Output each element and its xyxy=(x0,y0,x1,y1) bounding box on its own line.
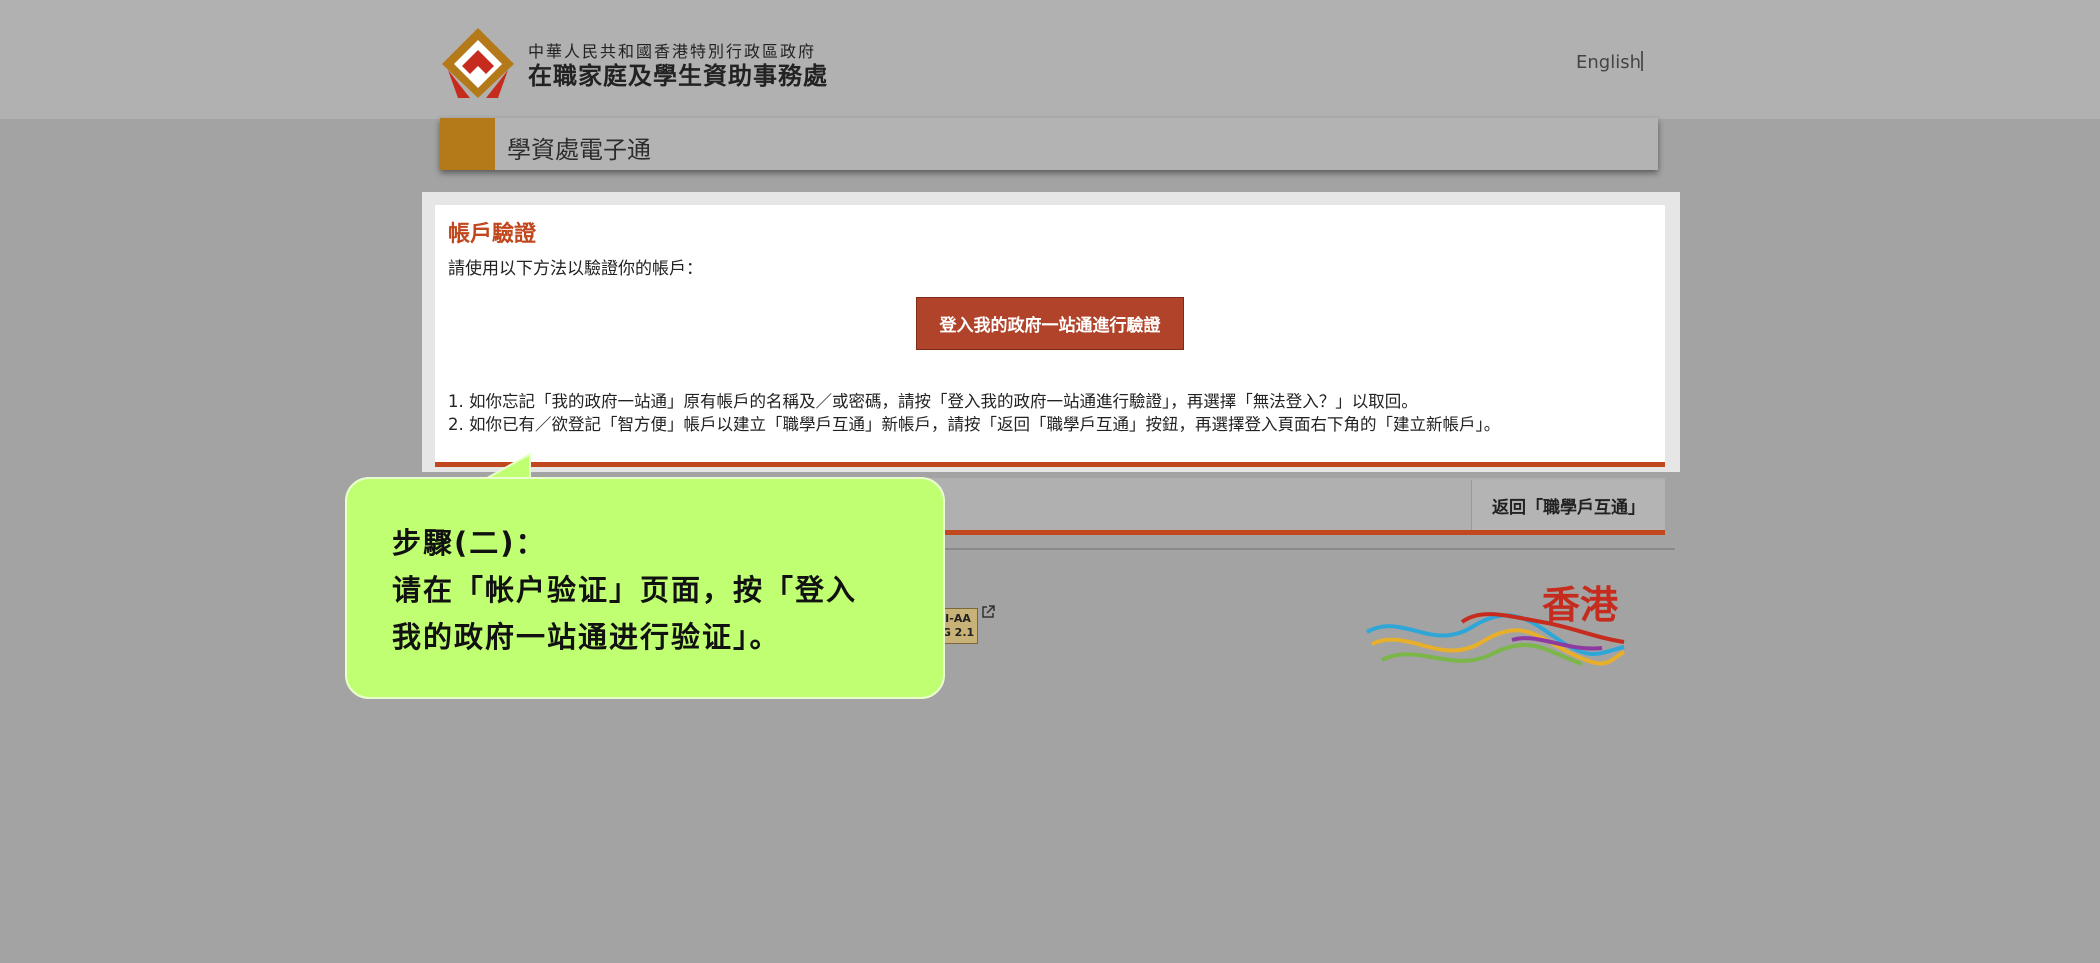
instruction-text: 請使用以下方法以驗證你的帳戶： xyxy=(448,259,703,279)
external-link-icon xyxy=(982,605,995,618)
brand-hk-text: 香港 xyxy=(1542,582,1619,627)
card-bottom-rule xyxy=(435,462,1665,467)
callout-text-line1: 请在「帐户验证」页面，按「登入 xyxy=(392,573,858,607)
note-item-2: 2. 如你已有／欲登記「智方便」帳戶以建立「職學戶互通」新帳戶，請按「返回「職學… xyxy=(448,415,1501,434)
note-item-1: 1. 如你忘記「我的政府一站通」原有帳戶的名稱及／或密碼，請按「登入我的政府一站… xyxy=(448,392,1418,411)
english-language-link[interactable]: English xyxy=(1576,52,1641,73)
system-title: 學資處電子通 xyxy=(507,136,651,164)
back-to-portal-button[interactable]: 返回「職學戶互通」 xyxy=(1471,480,1665,530)
brand-hong-kong-logo[interactable]: 香港 xyxy=(1362,582,1632,678)
callout-step-title: 步驟(二)： xyxy=(392,526,547,560)
page-title: 帳戶驗證 xyxy=(448,222,537,247)
callout-text-line2: 我的政府一站通进行验证」。 xyxy=(392,620,781,654)
title-accent-block xyxy=(440,118,495,170)
wfsfaa-logo-icon[interactable] xyxy=(440,26,516,98)
header-band xyxy=(0,0,2100,119)
login-iamsmart-verify-button[interactable]: 登入我的政府一站通進行驗證 xyxy=(916,297,1184,350)
language-separator xyxy=(1641,51,1643,71)
org-name-line2: 在職家庭及學生資助事務處 xyxy=(528,62,828,90)
system-title-bar: 學資處電子通 xyxy=(440,118,1658,170)
